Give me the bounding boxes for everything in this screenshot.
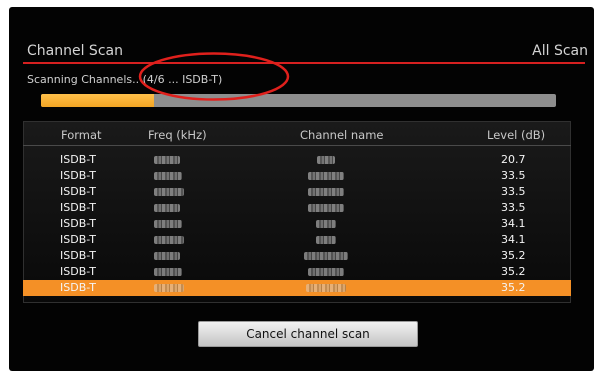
- redacted-frequency: [154, 172, 182, 180]
- channel-format: ISDB-T: [60, 233, 96, 246]
- redacted-channel-name: [308, 268, 344, 276]
- redacted-channel-name: [308, 204, 344, 212]
- channel-row[interactable]: ISDB-T 33.5: [23, 184, 571, 200]
- redacted-frequency: [154, 236, 184, 244]
- redacted-channel-name: [308, 172, 344, 180]
- channel-row[interactable]: ISDB-T 34.1: [23, 232, 571, 248]
- redacted-channel-name: [304, 252, 348, 260]
- signal-level: 35.2: [501, 249, 526, 262]
- channel-row[interactable]: ISDB-T 33.5: [23, 168, 571, 184]
- cancel-scan-button[interactable]: Cancel channel scan: [198, 321, 418, 347]
- column-header-channel-name: Channel name: [300, 128, 384, 142]
- channel-format: ISDB-T: [60, 265, 96, 278]
- column-header-format: Format: [61, 128, 102, 142]
- signal-level: 35.2: [501, 265, 526, 278]
- channel-format: ISDB-T: [60, 249, 96, 262]
- scan-progress-bar: [41, 94, 556, 107]
- header-divider: [23, 145, 571, 146]
- signal-level: 20.7: [501, 153, 526, 166]
- signal-level: 34.1: [501, 217, 526, 230]
- redacted-frequency: [154, 268, 182, 276]
- redacted-frequency: [154, 220, 182, 228]
- channel-format: ISDB-T: [60, 217, 96, 230]
- channel-row[interactable]: ISDB-T 35.2: [23, 280, 571, 296]
- scan-progress-fill: [41, 94, 155, 107]
- scan-status-text: Scanning Channels.. (4/6 ... ISDB-T): [27, 73, 223, 86]
- redacted-frequency: [154, 252, 180, 260]
- redacted-channel-name: [316, 220, 336, 228]
- page-title: Channel Scan: [27, 43, 123, 59]
- redacted-channel-name: [308, 188, 344, 196]
- signal-level: 33.5: [501, 201, 526, 214]
- title-divider: [23, 62, 585, 64]
- signal-level: 33.5: [501, 169, 526, 182]
- column-header-level: Level (dB): [487, 128, 546, 142]
- channel-format: ISDB-T: [60, 153, 96, 166]
- channel-row[interactable]: ISDB-T 33.5: [23, 200, 571, 216]
- column-header-frequency: Freq (kHz): [148, 128, 207, 142]
- channel-format: ISDB-T: [60, 201, 96, 214]
- channel-format: ISDB-T: [60, 185, 96, 198]
- channel-row[interactable]: ISDB-T 34.1: [23, 216, 571, 232]
- redacted-frequency: [154, 284, 184, 292]
- redacted-channel-name: [306, 284, 346, 292]
- signal-level: 34.1: [501, 233, 526, 246]
- scan-mode-label: All Scan: [532, 43, 588, 59]
- redacted-frequency: [154, 156, 180, 164]
- channel-format: ISDB-T: [60, 281, 96, 294]
- redacted-channel-name: [316, 236, 336, 244]
- redacted-frequency: [154, 188, 184, 196]
- redacted-channel-name: [317, 156, 335, 164]
- channel-row[interactable]: ISDB-T 35.2: [23, 264, 571, 280]
- channel-format: ISDB-T: [60, 169, 96, 182]
- signal-level: 35.2: [501, 281, 526, 294]
- redacted-frequency: [154, 204, 180, 212]
- channel-row[interactable]: ISDB-T 20.7: [23, 152, 571, 168]
- signal-level: 33.5: [501, 185, 526, 198]
- channel-row[interactable]: ISDB-T 35.2: [23, 248, 571, 264]
